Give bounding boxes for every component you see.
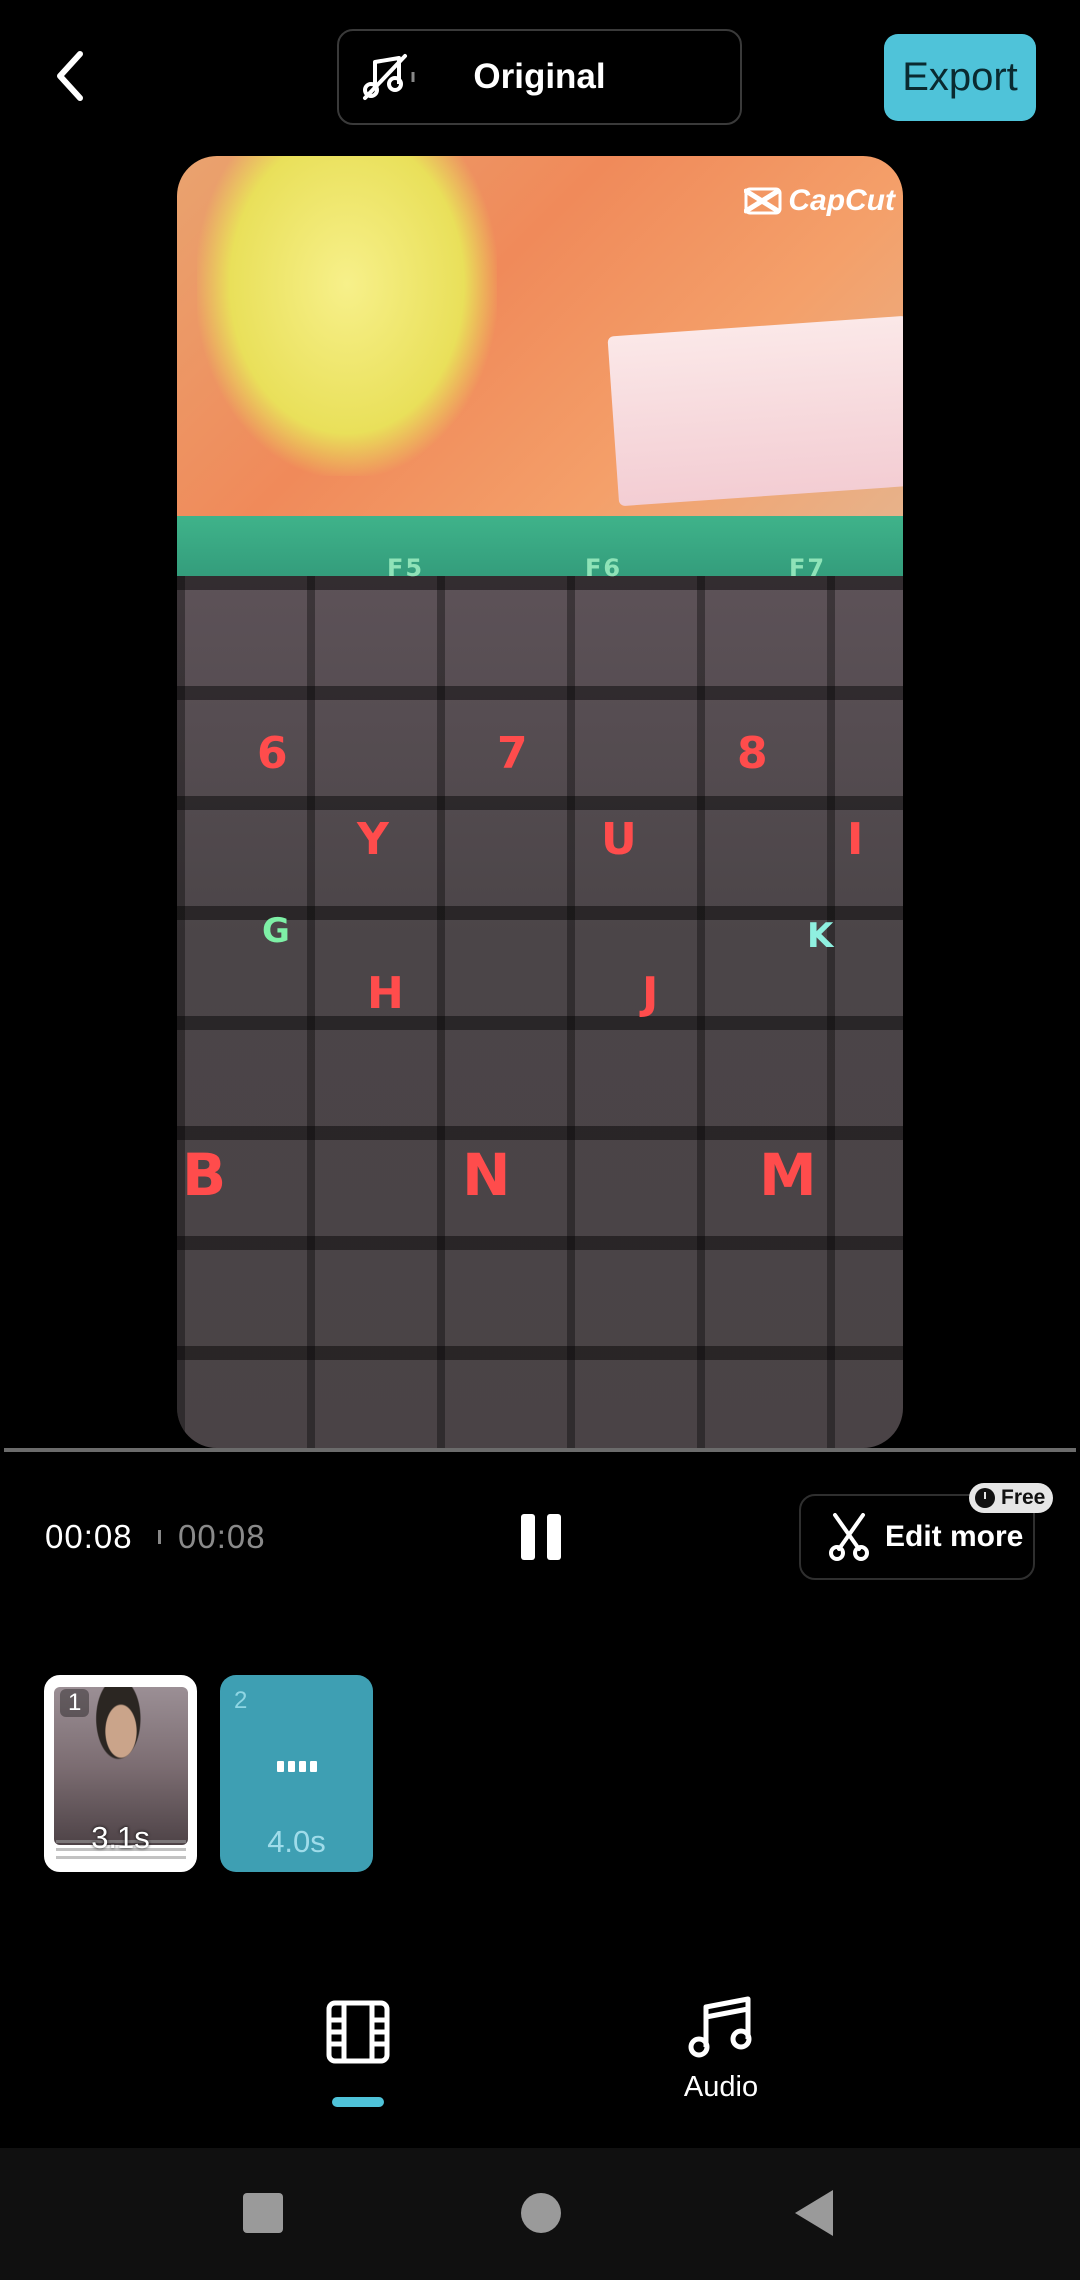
key-label: H	[367, 968, 406, 1019]
key-label: 6	[257, 728, 290, 779]
key-label: U	[601, 814, 639, 865]
recents-icon[interactable]	[243, 2193, 283, 2233]
capcut-watermark: CapCut	[744, 184, 895, 218]
audio-mode-label: Original	[473, 57, 606, 96]
back-triangle-icon[interactable]	[795, 2190, 833, 2236]
back-button[interactable]	[40, 40, 98, 112]
free-badge: Free	[969, 1483, 1054, 1513]
key-label: G	[262, 911, 292, 951]
key-label: J	[642, 968, 661, 1019]
key-label: N	[462, 1141, 513, 1209]
audio-mode-toggle[interactable]: Original	[337, 29, 742, 125]
clip-thumbnail-1[interactable]: 1 3.1s	[44, 1675, 197, 1872]
key-label: I	[847, 814, 866, 865]
current-time: 00:08	[45, 1518, 133, 1555]
active-tab-indicator	[332, 2097, 384, 2107]
clip-index: 2	[234, 1687, 248, 1714]
tab-video-clips[interactable]	[326, 2000, 390, 2064]
keyboard-image	[177, 576, 903, 1448]
key-label: F7	[789, 554, 827, 582]
pause-icon	[521, 1514, 535, 1560]
tab-audio-label: Audio	[683, 2071, 759, 2103]
toy-figure	[197, 156, 497, 476]
clip-index: 1	[60, 1689, 90, 1717]
video-preview[interactable]: F5 F6 F7 6 7 8 Y U I G H J K B N M CapCu…	[177, 156, 903, 1448]
more-dots-icon	[220, 1761, 373, 1772]
key-label: 8	[737, 728, 770, 779]
key-label: M	[759, 1141, 819, 1209]
key-label: B	[182, 1141, 229, 1209]
clip-duration: 3.1s	[91, 1820, 150, 1855]
music-note-icon	[688, 1996, 752, 2058]
pause-button[interactable]	[512, 1512, 570, 1562]
capcut-logo-icon	[744, 187, 782, 215]
key-label: 7	[497, 728, 530, 779]
time-separator	[158, 1530, 161, 1544]
clip-duration: 4.0s	[267, 1824, 326, 1859]
home-icon[interactable]	[521, 2193, 561, 2233]
watermark-text: CapCut	[788, 184, 895, 217]
export-button[interactable]: Export	[884, 34, 1036, 121]
chevron-left-icon	[57, 51, 83, 101]
film-strip-icon	[326, 2000, 390, 2064]
key-label: F5	[387, 554, 425, 582]
clip-thumbnail-2[interactable]: 2 4.0s	[220, 1675, 373, 1872]
clock-icon	[975, 1488, 995, 1508]
capcut-template-editor: Original Export F5 F6 F7 6 7 8 Y U I G H…	[0, 0, 1080, 2280]
playback-progress-bar[interactable]	[4, 1448, 1076, 1452]
total-time: 00:08	[178, 1518, 266, 1555]
edit-more-label: Edit more	[885, 1520, 1024, 1553]
key-label: F6	[585, 554, 623, 582]
tab-audio[interactable]: Audio	[666, 1995, 776, 2115]
free-badge-label: Free	[1001, 1486, 1046, 1509]
key-label: Y	[357, 814, 391, 865]
scissors-icon	[829, 1513, 869, 1561]
key-label: K	[807, 916, 836, 956]
notebook	[607, 315, 903, 507]
